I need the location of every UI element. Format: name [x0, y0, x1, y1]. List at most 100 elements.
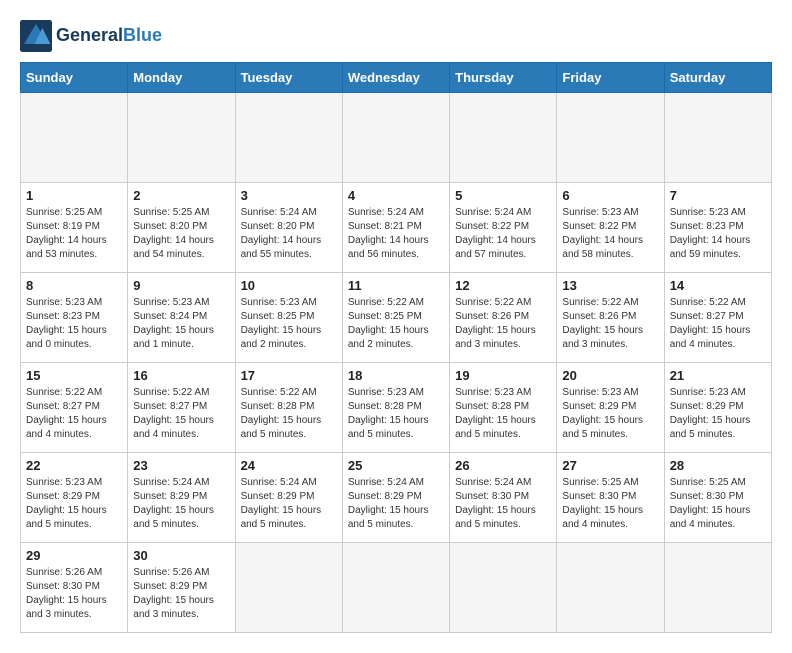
header-row: SundayMondayTuesdayWednesdayThursdayFrid… [21, 63, 772, 93]
day-number: 3 [241, 188, 337, 203]
day-number: 27 [562, 458, 658, 473]
calendar-cell: 26 Sunrise: 5:24 AM Sunset: 8:30 PM Dayli… [450, 453, 557, 543]
day-number: 10 [241, 278, 337, 293]
calendar-cell [664, 93, 771, 183]
day-number: 25 [348, 458, 444, 473]
day-number: 22 [26, 458, 122, 473]
day-info: Sunrise: 5:22 AM Sunset: 8:25 PM Dayligh… [348, 296, 444, 352]
calendar-cell [235, 93, 342, 183]
calendar-cell: 23Sunrise: 5:24 AM Sunset: 8:29 PM Dayli… [128, 453, 235, 543]
day-info: Sunrise: 5:24 AM Sunset: 8:22 PM Dayligh… [455, 206, 551, 262]
calendar-cell: 15 Sunrise: 5:22 AM Sunset: 8:27 PM Dayli… [21, 363, 128, 453]
day-info: Sunrise: 5:23 AM Sunset: 8:28 PM Dayligh… [348, 386, 444, 442]
col-header-saturday: Saturday [664, 63, 771, 93]
day-number: 19 [455, 368, 551, 383]
day-info: Sunrise: 5:26 AM Sunset: 8:29 PM Dayligh… [133, 566, 229, 622]
calendar-cell: 10Sunrise: 5:23 AM Sunset: 8:25 PM Dayli… [235, 273, 342, 363]
calendar-cell [557, 543, 664, 633]
calendar-cell [128, 93, 235, 183]
calendar-cell: 28 Sunrise: 5:25 AM Sunset: 8:30 PM Dayli… [664, 453, 771, 543]
calendar-cell [235, 543, 342, 633]
day-info: Sunrise: 5:22 AM Sunset: 8:26 PM Dayligh… [455, 296, 551, 352]
day-number: 2 [133, 188, 229, 203]
calendar-cell: 30 Sunrise: 5:26 AM Sunset: 8:29 PM Dayli… [128, 543, 235, 633]
calendar-cell [342, 93, 449, 183]
day-number: 14 [670, 278, 766, 293]
day-info: Sunrise: 5:25 AM Sunset: 8:30 PM Dayligh… [670, 476, 766, 532]
calendar-cell [450, 93, 557, 183]
calendar-cell: 9Sunrise: 5:23 AM Sunset: 8:24 PM Daylig… [128, 273, 235, 363]
col-header-thursday: Thursday [450, 63, 557, 93]
calendar-cell: 24 Sunrise: 5:24 AM Sunset: 8:29 PM Dayli… [235, 453, 342, 543]
day-info: Sunrise: 5:22 AM Sunset: 8:27 PM Dayligh… [670, 296, 766, 352]
day-number: 17 [241, 368, 337, 383]
day-number: 7 [670, 188, 766, 203]
calendar-cell: 14 Sunrise: 5:22 AM Sunset: 8:27 PM Dayli… [664, 273, 771, 363]
calendar-cell: 2Sunrise: 5:25 AM Sunset: 8:20 PM Daylig… [128, 183, 235, 273]
day-info: Sunrise: 5:25 AM Sunset: 8:19 PM Dayligh… [26, 206, 122, 262]
day-number: 26 [455, 458, 551, 473]
calendar-cell [557, 93, 664, 183]
logo-icon [20, 20, 52, 52]
calendar-cell: 13 Sunrise: 5:22 AM Sunset: 8:26 PM Dayli… [557, 273, 664, 363]
col-header-sunday: Sunday [21, 63, 128, 93]
calendar-cell: 25 Sunrise: 5:24 AM Sunset: 8:29 PM Dayli… [342, 453, 449, 543]
day-info: Sunrise: 5:23 AM Sunset: 8:29 PM Dayligh… [670, 386, 766, 442]
week-row: 8 Sunrise: 5:23 AM Sunset: 8:23 PM Daylig… [21, 273, 772, 363]
calendar-table: SundayMondayTuesdayWednesdayThursdayFrid… [20, 62, 772, 633]
day-number: 20 [562, 368, 658, 383]
day-number: 8 [26, 278, 122, 293]
day-info: Sunrise: 5:23 AM Sunset: 8:28 PM Dayligh… [455, 386, 551, 442]
week-row: 29 Sunrise: 5:26 AM Sunset: 8:30 PM Dayli… [21, 543, 772, 633]
day-number: 11 [348, 278, 444, 293]
day-number: 30 [133, 548, 229, 563]
day-info: Sunrise: 5:23 AM Sunset: 8:29 PM Dayligh… [26, 476, 122, 532]
col-header-wednesday: Wednesday [342, 63, 449, 93]
calendar-cell: 7Sunrise: 5:23 AM Sunset: 8:23 PM Daylig… [664, 183, 771, 273]
calendar-cell: 16 Sunrise: 5:22 AM Sunset: 8:27 PM Dayli… [128, 363, 235, 453]
day-info: Sunrise: 5:23 AM Sunset: 8:23 PM Dayligh… [26, 296, 122, 352]
week-row: 1Sunrise: 5:25 AM Sunset: 8:19 PM Daylig… [21, 183, 772, 273]
week-row [21, 93, 772, 183]
col-header-friday: Friday [557, 63, 664, 93]
calendar-cell: 21 Sunrise: 5:23 AM Sunset: 8:29 PM Dayli… [664, 363, 771, 453]
day-info: Sunrise: 5:24 AM Sunset: 8:30 PM Dayligh… [455, 476, 551, 532]
day-number: 29 [26, 548, 122, 563]
day-number: 28 [670, 458, 766, 473]
day-info: Sunrise: 5:22 AM Sunset: 8:27 PM Dayligh… [26, 386, 122, 442]
calendar-cell: 8 Sunrise: 5:23 AM Sunset: 8:23 PM Daylig… [21, 273, 128, 363]
day-info: Sunrise: 5:23 AM Sunset: 8:22 PM Dayligh… [562, 206, 658, 262]
day-info: Sunrise: 5:24 AM Sunset: 8:29 PM Dayligh… [241, 476, 337, 532]
calendar-cell: 5 Sunrise: 5:24 AM Sunset: 8:22 PM Daylig… [450, 183, 557, 273]
calendar-cell: 20Sunrise: 5:23 AM Sunset: 8:29 PM Dayli… [557, 363, 664, 453]
day-number: 24 [241, 458, 337, 473]
day-info: Sunrise: 5:24 AM Sunset: 8:20 PM Dayligh… [241, 206, 337, 262]
day-number: 15 [26, 368, 122, 383]
calendar-cell: 22 Sunrise: 5:23 AM Sunset: 8:29 PM Dayli… [21, 453, 128, 543]
col-header-monday: Monday [128, 63, 235, 93]
day-number: 5 [455, 188, 551, 203]
calendar-cell: 17Sunrise: 5:22 AM Sunset: 8:28 PM Dayli… [235, 363, 342, 453]
week-row: 15 Sunrise: 5:22 AM Sunset: 8:27 PM Dayli… [21, 363, 772, 453]
col-header-tuesday: Tuesday [235, 63, 342, 93]
day-info: Sunrise: 5:22 AM Sunset: 8:26 PM Dayligh… [562, 296, 658, 352]
calendar-cell [342, 543, 449, 633]
calendar-cell: 4Sunrise: 5:24 AM Sunset: 8:21 PM Daylig… [342, 183, 449, 273]
day-info: Sunrise: 5:22 AM Sunset: 8:27 PM Dayligh… [133, 386, 229, 442]
calendar-cell: 27Sunrise: 5:25 AM Sunset: 8:30 PM Dayli… [557, 453, 664, 543]
calendar-cell [21, 93, 128, 183]
day-info: Sunrise: 5:24 AM Sunset: 8:29 PM Dayligh… [348, 476, 444, 532]
logo-text-line1: GeneralBlue [56, 26, 162, 46]
calendar-cell [664, 543, 771, 633]
day-number: 21 [670, 368, 766, 383]
week-row: 22 Sunrise: 5:23 AM Sunset: 8:29 PM Dayli… [21, 453, 772, 543]
page-header: GeneralBlue [20, 20, 772, 52]
day-number: 16 [133, 368, 229, 383]
day-info: Sunrise: 5:24 AM Sunset: 8:29 PM Dayligh… [133, 476, 229, 532]
calendar-cell: 6Sunrise: 5:23 AM Sunset: 8:22 PM Daylig… [557, 183, 664, 273]
day-info: Sunrise: 5:26 AM Sunset: 8:30 PM Dayligh… [26, 566, 122, 622]
calendar-cell: 1Sunrise: 5:25 AM Sunset: 8:19 PM Daylig… [21, 183, 128, 273]
day-number: 13 [562, 278, 658, 293]
calendar-cell [450, 543, 557, 633]
day-number: 9 [133, 278, 229, 293]
